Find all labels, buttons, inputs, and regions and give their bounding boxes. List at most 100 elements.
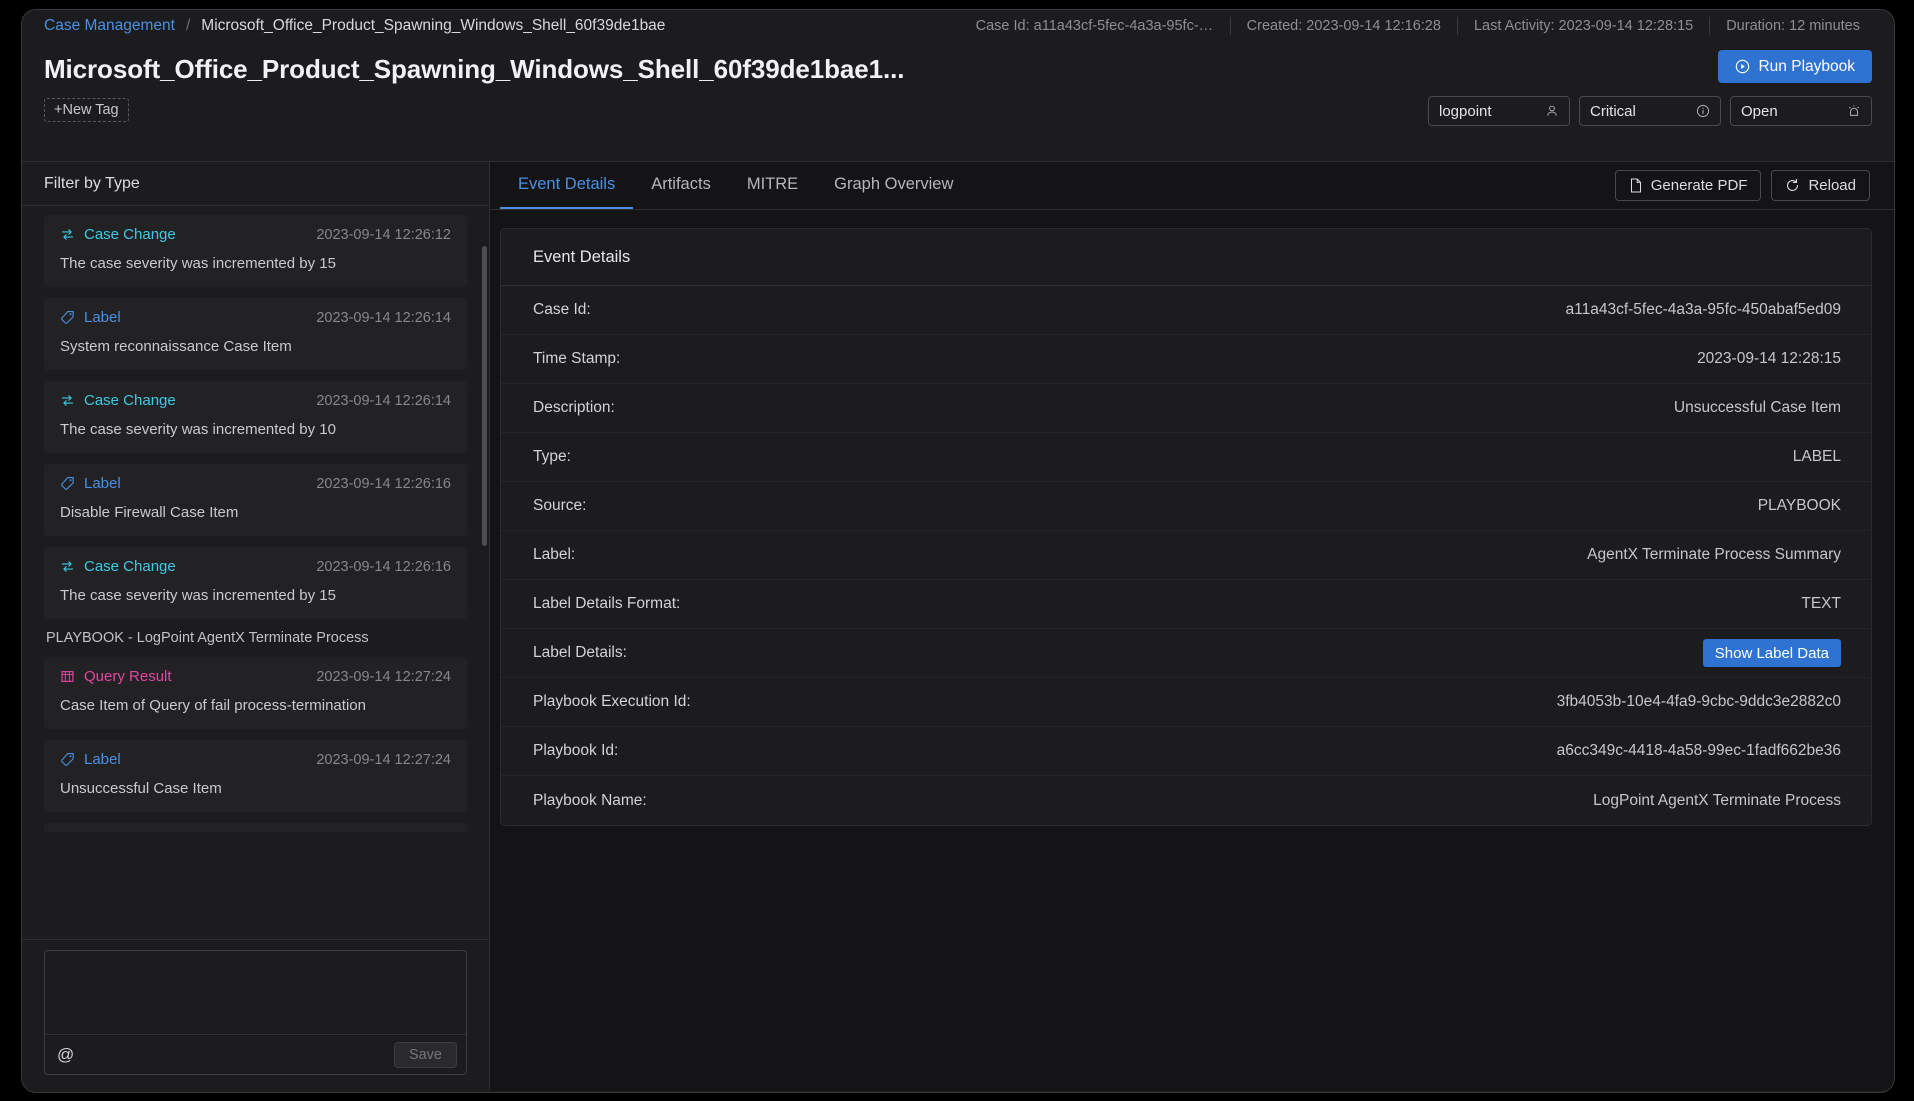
header-meta-duration: Duration: 12 minutes <box>1709 17 1876 35</box>
timeline-item[interactable]: Query Result 2023-09-14 12:27:24 Case Item… <box>44 657 467 729</box>
detail-row: Playbook Name: LogPoint AgentX Terminate … <box>501 776 1871 825</box>
tab-artifacts[interactable]: Artifacts <box>633 162 729 209</box>
timeline-item-head: Case Change 2023-09-14 12:26:16 <box>60 558 451 575</box>
user-icon <box>1545 104 1559 118</box>
detail-key: Label: <box>533 546 576 563</box>
status-select[interactable]: Open <box>1730 96 1872 126</box>
timeline-item-type-label: Label <box>84 751 121 768</box>
tag-icon <box>60 752 75 767</box>
detail-row: Source: PLAYBOOK <box>501 482 1871 531</box>
tag-icon <box>60 476 75 491</box>
detail-row: Type: LABEL <box>501 433 1871 482</box>
detail-key: Time Stamp: <box>533 350 621 367</box>
mention-icon[interactable]: @ <box>57 1046 74 1063</box>
timeline-item-description: System reconnaissance Case Item <box>60 338 292 355</box>
timeline-item[interactable]: Case Change 2023-09-14 12:26:14 The case s… <box>44 381 467 453</box>
timeline-item-time: 2023-09-14 12:27:24 <box>316 751 451 768</box>
main-scroll-area: Event Details Case Id: a11a43cf-5fec-4a3a… <box>490 210 1894 1091</box>
detail-value: TEXT <box>1801 595 1841 612</box>
severity-select[interactable]: Critical <box>1579 96 1721 126</box>
timeline-item-type: Case Change <box>60 392 176 409</box>
detail-row: Playbook Execution Id: 3fb4053b-10e4-4fa9… <box>501 678 1871 727</box>
event-timeline-sidebar: Filter by Type Case Change 2023-09-14 12:… <box>22 162 490 1091</box>
timeline-item-description: The case severity was incremented by 15 <box>60 587 336 604</box>
header-meta-created: Created: 2023-09-14 12:16:28 <box>1229 17 1457 35</box>
assignee-select[interactable]: logpoint <box>1428 96 1570 126</box>
composer-toolbar: @ Save <box>45 1034 466 1074</box>
detail-key: Description: <box>533 399 615 416</box>
severity-select-value: Critical <box>1590 102 1636 120</box>
event-details-card: Event Details Case Id: a11a43cf-5fec-4a3a… <box>500 228 1872 826</box>
breadcrumb-root-link[interactable]: Case Management <box>44 17 175 35</box>
play-circle-icon <box>1735 59 1750 74</box>
timeline-item-type-label: Query Result <box>84 668 172 685</box>
refresh-icon <box>1785 178 1800 193</box>
tab-mitre[interactable]: MITRE <box>729 162 816 209</box>
breadcrumb-current: Microsoft_Office_Product_Spawning_Window… <box>201 17 666 34</box>
event-details-card-title: Event Details <box>501 229 1871 286</box>
detail-row: Label Details: Show Label Data <box>501 629 1871 678</box>
timeline-item[interactable]: Label 2023-09-14 12:26:14 System reconnais… <box>44 298 467 370</box>
timeline-item-head: Case Change 2023-09-14 12:26:14 <box>60 392 451 409</box>
reload-button[interactable]: Reload <box>1771 170 1870 201</box>
detail-row: Description: Unsuccessful Case Item <box>501 384 1871 433</box>
page-title: Microsoft_Office_Product_Spawning_Window… <box>44 54 905 84</box>
timeline-item-head: Label 2023-09-14 12:27:24 <box>60 751 451 768</box>
timeline-scroll-area[interactable]: Case Change 2023-09-14 12:26:12 The case s… <box>22 206 489 939</box>
reload-label: Reload <box>1808 177 1856 194</box>
selector-row: logpoint Critical Open <box>1428 96 1872 126</box>
swap-icon <box>60 393 75 408</box>
timeline-group-title: PLAYBOOK - LogPoint AgentX Terminate Pro… <box>46 630 369 646</box>
timeline-item-type: Label <box>60 309 121 326</box>
timeline-scrollbar[interactable] <box>482 246 487 546</box>
detail-key: Source: <box>533 497 587 514</box>
title-actions: Run Playbook logpoint Critical Open <box>1428 50 1872 126</box>
timeline-item-description: Unsuccessful Case Item <box>60 780 222 797</box>
timeline-item[interactable]: Label 2023-09-14 12:26:16 Disable Firewall… <box>44 464 467 536</box>
swap-icon <box>60 227 75 242</box>
detail-value: LogPoint AgentX Terminate Process <box>1593 791 1841 809</box>
timeline-item-time: 2023-09-14 12:26:14 <box>316 309 451 326</box>
table-icon <box>60 669 75 684</box>
timeline-item[interactable]: Case Change 2023-09-14 12:26:12 The case s… <box>44 215 467 287</box>
event-details-rows: Case Id: a11a43cf-5fec-4a3a-95fc-450abaf5… <box>501 286 1871 825</box>
timeline-item-partial-bottom <box>44 823 467 832</box>
status-select-value: Open <box>1741 102 1778 120</box>
timeline-group-items: Query Result 2023-09-14 12:27:24 Case Item… <box>44 657 467 812</box>
detail-key: Playbook Id: <box>533 742 619 759</box>
tabs-list: Event Details Artifacts MITRE Graph Overvie… <box>500 162 971 209</box>
run-playbook-label: Run Playbook <box>1758 57 1855 75</box>
tab-graph-overview[interactable]: Graph Overview <box>816 162 971 209</box>
timeline-item-description: The case severity was incremented by 15 <box>60 255 336 272</box>
timeline-item-type: Label <box>60 475 121 492</box>
timeline-item-type: Case Change <box>60 226 176 243</box>
detail-key: Case Id: <box>533 301 591 318</box>
tab-event-details[interactable]: Event Details <box>500 162 634 209</box>
comment-input[interactable] <box>45 951 466 1034</box>
timeline-item-head: Label 2023-09-14 12:26:14 <box>60 309 451 326</box>
run-playbook-button[interactable]: Run Playbook <box>1718 50 1872 83</box>
show-label-data-button[interactable]: Show Label Data <box>1702 639 1841 667</box>
filter-by-type-header[interactable]: Filter by Type <box>22 162 489 206</box>
timeline-item[interactable]: Case Change 2023-09-14 12:26:16 The case s… <box>44 547 467 619</box>
timeline-item-time: 2023-09-14 12:26:14 <box>316 392 451 409</box>
new-tag-button[interactable]: +New Tag <box>44 98 129 122</box>
detail-key: Playbook Name: <box>533 791 647 809</box>
timeline-item-time: 2023-09-14 12:26:16 <box>316 475 451 492</box>
breadcrumb-bar: Case Management / Microsoft_Office_Produ… <box>22 10 1894 42</box>
timeline-item-type: Query Result <box>60 668 172 685</box>
timeline-items: Case Change 2023-09-14 12:26:12 The case s… <box>44 215 467 619</box>
detail-row: Playbook Id: a6cc349c-4418-4a58-99ec-1fad… <box>501 727 1871 776</box>
timeline-item[interactable]: Label 2023-09-14 12:27:24 Unsuccessful Cas… <box>44 740 467 812</box>
header-meta-last-activity: Last Activity: 2023-09-14 12:28:15 <box>1456 17 1709 35</box>
generate-pdf-button[interactable]: Generate PDF <box>1614 170 1762 201</box>
save-comment-button[interactable]: Save <box>393 1041 457 1068</box>
detail-value: PLAYBOOK <box>1757 497 1841 514</box>
header-meta-group: Case Id: a11a43cf-5fec-4a3a-95fc-4... Cr… <box>960 10 1894 42</box>
detail-row: Label: AgentX Terminate Process Summary <box>501 531 1871 580</box>
title-region: Microsoft_Office_Product_Spawning_Window… <box>22 42 1894 162</box>
timeline-item-head: Case Change 2023-09-14 12:26:12 <box>60 226 451 243</box>
detail-value: a11a43cf-5fec-4a3a-95fc-450abaf5ed09 <box>1565 301 1841 318</box>
timeline-item-type-label: Label <box>84 475 121 492</box>
application-window: Case Management / Microsoft_Office_Produ… <box>22 10 1894 1092</box>
